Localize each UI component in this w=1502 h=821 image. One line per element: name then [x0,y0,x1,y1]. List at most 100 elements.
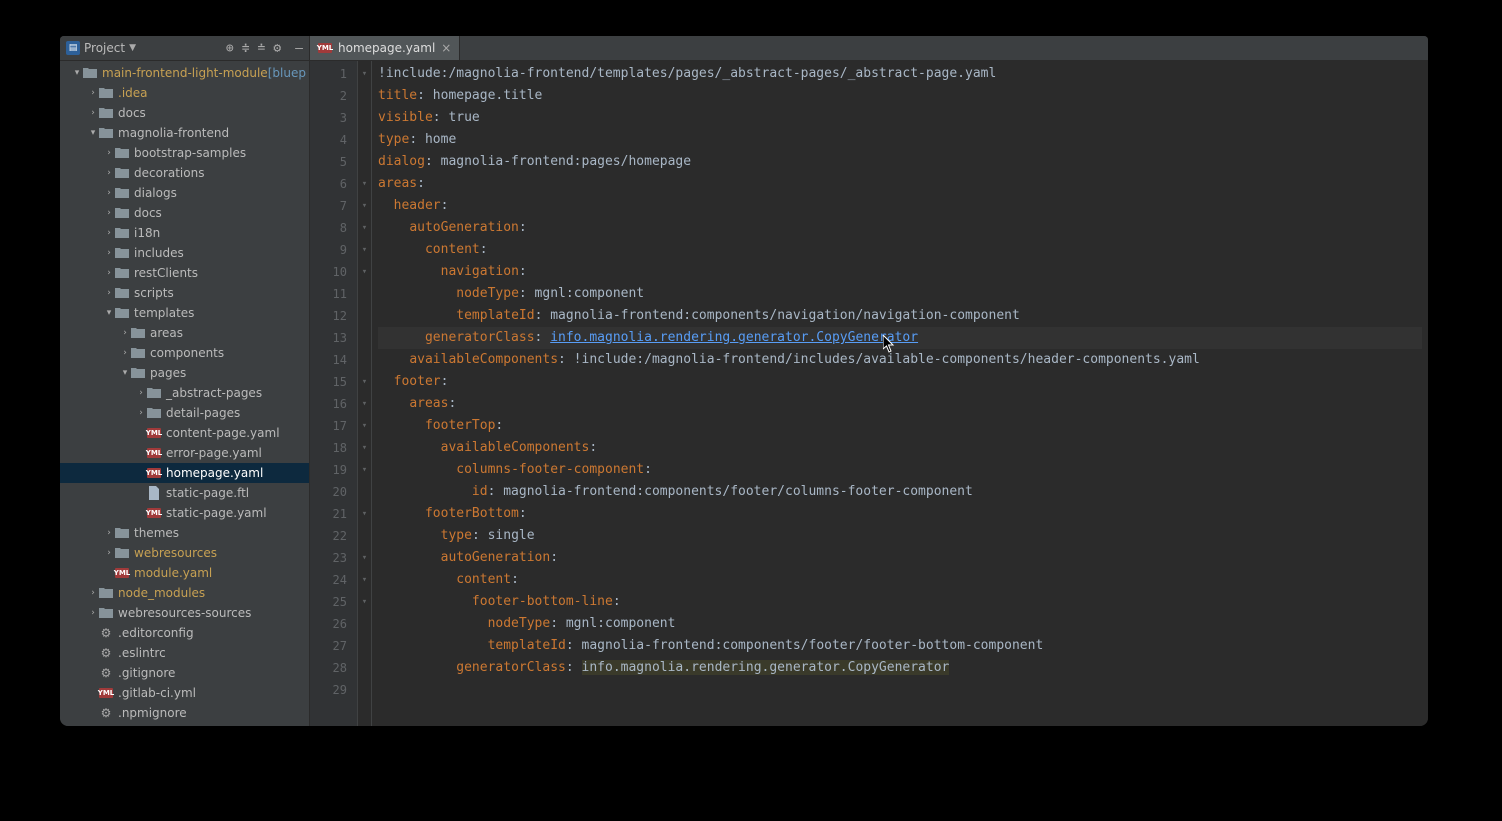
code-line[interactable]: title: homepage.title [378,85,1422,107]
code-link[interactable]: info.magnolia.rendering.generator.CopyGe… [550,330,918,345]
tree-item[interactable]: ▾magnolia-frontend [60,123,309,143]
tree-item[interactable]: ⚙.eslintrc [60,643,309,663]
tree-arrow-icon[interactable]: › [136,408,146,418]
code-line[interactable]: availableComponents: [378,437,1422,459]
code-line[interactable]: dialog: magnolia-frontend:pages/homepage [378,151,1422,173]
tree-arrow-icon[interactable]: ▾ [88,128,98,138]
code-line[interactable]: footer: [378,371,1422,393]
code-line[interactable]: footerBottom: [378,503,1422,525]
tree-arrow-icon[interactable]: › [136,388,146,398]
code-line[interactable]: footer-bottom-line: [378,591,1422,613]
tree-arrow-icon[interactable]: › [120,348,130,358]
tree-item[interactable]: ›docs [60,103,309,123]
code-content[interactable]: !include:/magnolia-frontend/templates/pa… [372,61,1428,726]
fold-marker[interactable]: ▾ [358,239,371,261]
tree-item[interactable]: ›decorations [60,163,309,183]
tab-homepage-yaml[interactable]: YML homepage.yaml × [310,36,460,60]
tree-item[interactable]: ›node_modules [60,583,309,603]
tree-item[interactable]: ›dialogs [60,183,309,203]
code-line[interactable]: content: [378,239,1422,261]
code-line[interactable]: autoGeneration: [378,217,1422,239]
code-line[interactable]: templateId: magnolia-frontend:components… [378,635,1422,657]
fold-marker[interactable]: ▾ [358,415,371,437]
fold-marker[interactable]: ▾ [358,591,371,613]
code-line[interactable]: generatorClass: info.magnolia.rendering.… [378,657,1422,679]
fold-marker[interactable]: ▾ [358,195,371,217]
tree-arrow-icon[interactable]: ▾ [104,308,114,318]
tree-item[interactable]: ›restClients [60,263,309,283]
tree-item[interactable]: ▾main-frontend-light-module [bluep [60,63,309,83]
tree-item[interactable]: ⚙.npmignore [60,703,309,723]
tree-item[interactable]: ›areas [60,323,309,343]
tree-item[interactable]: YMLstatic-page.yaml [60,503,309,523]
code-line[interactable]: autoGeneration: [378,547,1422,569]
code-line[interactable]: nodeType: mgnl:component [378,283,1422,305]
expand-all-icon[interactable]: ≑ [242,41,250,56]
code-line[interactable]: header: [378,195,1422,217]
hide-button[interactable]: — [295,41,303,56]
code-line[interactable]: type: home [378,129,1422,151]
code-line[interactable]: areas: [378,173,1422,195]
code-line[interactable]: availableComponents: !include:/magnolia-… [378,349,1422,371]
tree-arrow-icon[interactable]: › [104,188,114,198]
tree-item[interactable]: ›detail-pages [60,403,309,423]
code-line[interactable] [378,679,1422,701]
fold-marker[interactable]: ▾ [358,459,371,481]
fold-marker[interactable]: ▾ [358,569,371,591]
code-line[interactable]: content: [378,569,1422,591]
tree-item[interactable]: ›webresources [60,543,309,563]
tree-item[interactable]: static-page.ftl [60,483,309,503]
tree-item[interactable]: ⚙.editorconfig [60,623,309,643]
tree-item[interactable]: ›.idea [60,83,309,103]
tree-item[interactable]: YMLerror-page.yaml [60,443,309,463]
code-line[interactable]: footerTop: [378,415,1422,437]
tree-item[interactable]: ›_abstract-pages [60,383,309,403]
code-line[interactable]: templateId: magnolia-frontend:components… [378,305,1422,327]
fold-marker[interactable]: ▾ [358,173,371,195]
tree-item[interactable]: ›components [60,343,309,363]
tree-item[interactable]: ›docs [60,203,309,223]
project-tree[interactable]: ▾main-frontend-light-module [bluep›.idea… [60,61,309,726]
tree-arrow-icon[interactable]: › [104,288,114,298]
tree-arrow-icon[interactable]: › [104,148,114,158]
fold-marker[interactable]: ▾ [358,63,371,85]
editor-body[interactable]: 1234567891011121314151617181920212223242… [310,61,1428,726]
code-line[interactable]: visible: true [378,107,1422,129]
tree-arrow-icon[interactable]: ▾ [120,368,130,378]
tree-item[interactable]: ▾templates [60,303,309,323]
tree-item[interactable]: ›webresources-sources [60,603,309,623]
tree-arrow-icon[interactable]: › [88,588,98,598]
tree-item[interactable]: YMLhomepage.yaml [60,463,309,483]
tree-arrow-icon[interactable]: › [104,248,114,258]
tree-item[interactable]: ›includes [60,243,309,263]
tree-arrow-icon[interactable]: › [104,268,114,278]
tree-arrow-icon[interactable]: ▾ [72,68,82,78]
tree-item[interactable]: YML.gitlab-ci.yml [60,683,309,703]
tree-item[interactable]: ›themes [60,523,309,543]
collapse-all-icon[interactable]: ≐ [258,41,266,56]
tree-item[interactable]: ▾pages [60,363,309,383]
project-tool-button[interactable]: ▤ Project ▼ [66,41,136,55]
code-line[interactable]: id: magnolia-frontend:components/footer/… [378,481,1422,503]
code-line[interactable]: navigation: [378,261,1422,283]
fold-marker[interactable]: ▾ [358,547,371,569]
code-line[interactable]: type: single [378,525,1422,547]
code-line[interactable]: columns-footer-component: [378,459,1422,481]
code-line[interactable]: nodeType: mgnl:component [378,613,1422,635]
fold-marker[interactable]: ▾ [358,393,371,415]
fold-marker[interactable]: ▾ [358,217,371,239]
tree-arrow-icon[interactable]: › [104,208,114,218]
code-line[interactable]: areas: [378,393,1422,415]
tree-item[interactable]: ›scripts [60,283,309,303]
code-line[interactable]: !include:/magnolia-frontend/templates/pa… [378,63,1422,85]
tree-arrow-icon[interactable]: › [88,608,98,618]
fold-marker[interactable]: ▾ [358,371,371,393]
tree-item[interactable]: YMLcontent-page.yaml [60,423,309,443]
tree-item[interactable]: ⚙.gitignore [60,663,309,683]
tree-arrow-icon[interactable]: › [88,108,98,118]
tree-item[interactable]: YMLmodule.yaml [60,563,309,583]
close-icon[interactable]: × [441,41,451,55]
tree-item[interactable]: ›bootstrap-samples [60,143,309,163]
fold-marker[interactable]: ▾ [358,261,371,283]
fold-marker[interactable]: ▾ [358,437,371,459]
